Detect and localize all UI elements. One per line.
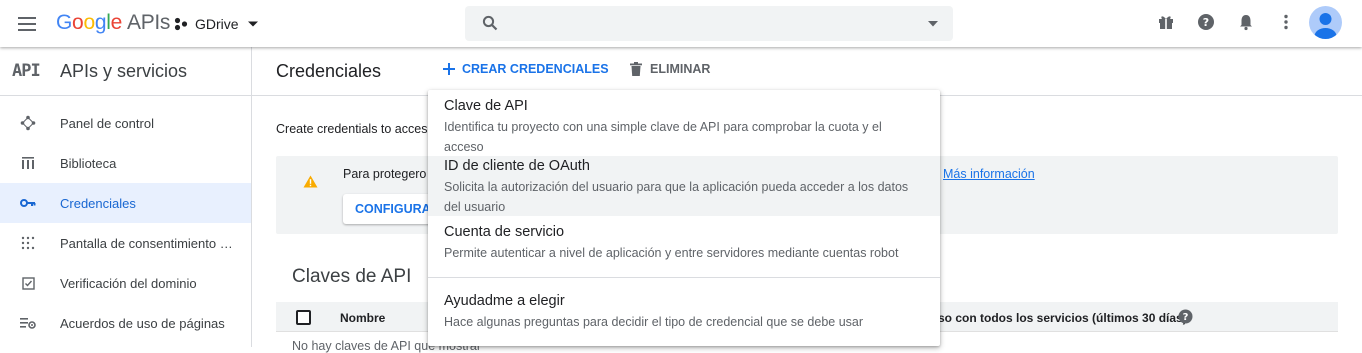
sidebar-item-library[interactable]: Biblioteca [0, 143, 251, 183]
menu-item-help-me-choose[interactable]: Ayudadme a elegir Hace algunas preguntas… [428, 282, 940, 342]
library-icon [19, 154, 37, 172]
google-apis-logo[interactable]: Google APIs [56, 11, 170, 35]
create-credentials-menu: Clave de API Identifica tu proyecto con … [428, 90, 940, 346]
help-icon[interactable]: ? [1197, 13, 1215, 31]
sidebar-item-credentials[interactable]: Credenciales [0, 183, 251, 223]
project-selector[interactable]: GDrive [174, 12, 259, 36]
menu-item-desc: Hace algunas preguntas para decidir el t… [444, 315, 864, 329]
sidebar-item-page-usage-agreements[interactable]: Acuerdos de uso de páginas [0, 303, 251, 343]
menu-item-api-key[interactable]: Clave de API Identifica tu proyecto con … [428, 90, 940, 154]
sidebar-item-domain-verification[interactable]: Verificación del dominio [0, 263, 251, 303]
learn-more-link[interactable]: Más información [943, 167, 1035, 181]
sidebar-title: APIs y servicios [60, 60, 188, 81]
menu-item-desc: Identifica tu proyecto con una simple cl… [444, 120, 882, 154]
dashboard-icon [19, 114, 37, 132]
caret-down-icon [247, 21, 258, 27]
settings-list-icon [19, 314, 37, 332]
menu-item-title: Cuenta de servicio [444, 224, 565, 240]
menu-divider [428, 277, 940, 278]
user-icon [1314, 13, 1337, 39]
project-name: GDrive [195, 16, 239, 32]
api-logo: API [12, 61, 41, 81]
sidebar-item-label: Pantalla de consentimiento … [60, 235, 233, 251]
menu-item-oauth-client-id[interactable]: ID de cliente de OAuth Solicita la autor… [428, 156, 940, 216]
menu-item-title: Ayudadme a elegir [444, 293, 565, 309]
top-bar: Google APIs GDrive ? [0, 0, 1362, 47]
menu-item-desc: Permite autenticar a nivel de aplicación… [444, 246, 899, 260]
intro-text: Create credentials to acces [276, 122, 428, 136]
search-dropdown-icon[interactable] [927, 20, 939, 28]
checkbox-icon [19, 274, 37, 292]
select-all-checkbox[interactable] [296, 310, 311, 325]
column-usage[interactable]: so con todos los servicios (últimos 30 d… [938, 311, 1187, 325]
project-icon [174, 17, 188, 31]
menu-icon[interactable] [16, 13, 40, 35]
menu-item-service-account[interactable]: Cuenta de servicio Permite autenticar a … [428, 218, 940, 270]
gift-icon[interactable] [1157, 13, 1175, 31]
consent-icon [19, 234, 37, 252]
account-avatar[interactable] [1309, 6, 1342, 39]
sidebar-item-label: Acuerdos de uso de páginas [60, 315, 225, 331]
sidebar-item-label: Panel de control [60, 115, 154, 131]
page-title: Credenciales [276, 61, 382, 81]
column-name[interactable]: Nombre [340, 311, 385, 325]
plus-icon [443, 63, 455, 75]
more-vert-icon[interactable] [1277, 13, 1295, 31]
sidebar-item-label: Verificación del dominio [60, 275, 197, 291]
sidebar-item-consent-screen[interactable]: Pantalla de consentimiento … [0, 223, 251, 263]
notifications-icon[interactable] [1237, 13, 1255, 31]
sidebar-header: API APIs y servicios [0, 47, 251, 96]
sidebar-item-label: Credenciales [60, 195, 136, 211]
trash-icon [630, 62, 642, 76]
svg-text:?: ? [1183, 312, 1189, 323]
delete-button[interactable]: ELIMINAR [630, 62, 710, 76]
warning-icon [303, 175, 318, 188]
page-header: Credenciales CREAR CREDENCIALES ELIMINAR [252, 47, 1362, 96]
sidebar-item-dashboard[interactable]: Panel de control [0, 103, 251, 143]
menu-item-desc: Solicita la autorización del usuario par… [444, 180, 909, 214]
sidebar: API APIs y servicios Panel de control Bi… [0, 47, 252, 347]
menu-item-title: ID de cliente de OAuth [444, 158, 590, 174]
key-icon [19, 194, 37, 212]
search-icon [482, 15, 498, 31]
svg-text:?: ? [1203, 16, 1209, 29]
section-title: Claves de API [292, 266, 412, 287]
help-icon[interactable]: ? [1178, 309, 1193, 324]
search-input[interactable] [465, 6, 953, 41]
create-credentials-button[interactable]: CREAR CREDENCIALES [442, 62, 609, 76]
sidebar-item-label: Biblioteca [60, 155, 117, 171]
notice-text: Para protegero [343, 167, 427, 181]
menu-item-title: Clave de API [444, 98, 528, 114]
